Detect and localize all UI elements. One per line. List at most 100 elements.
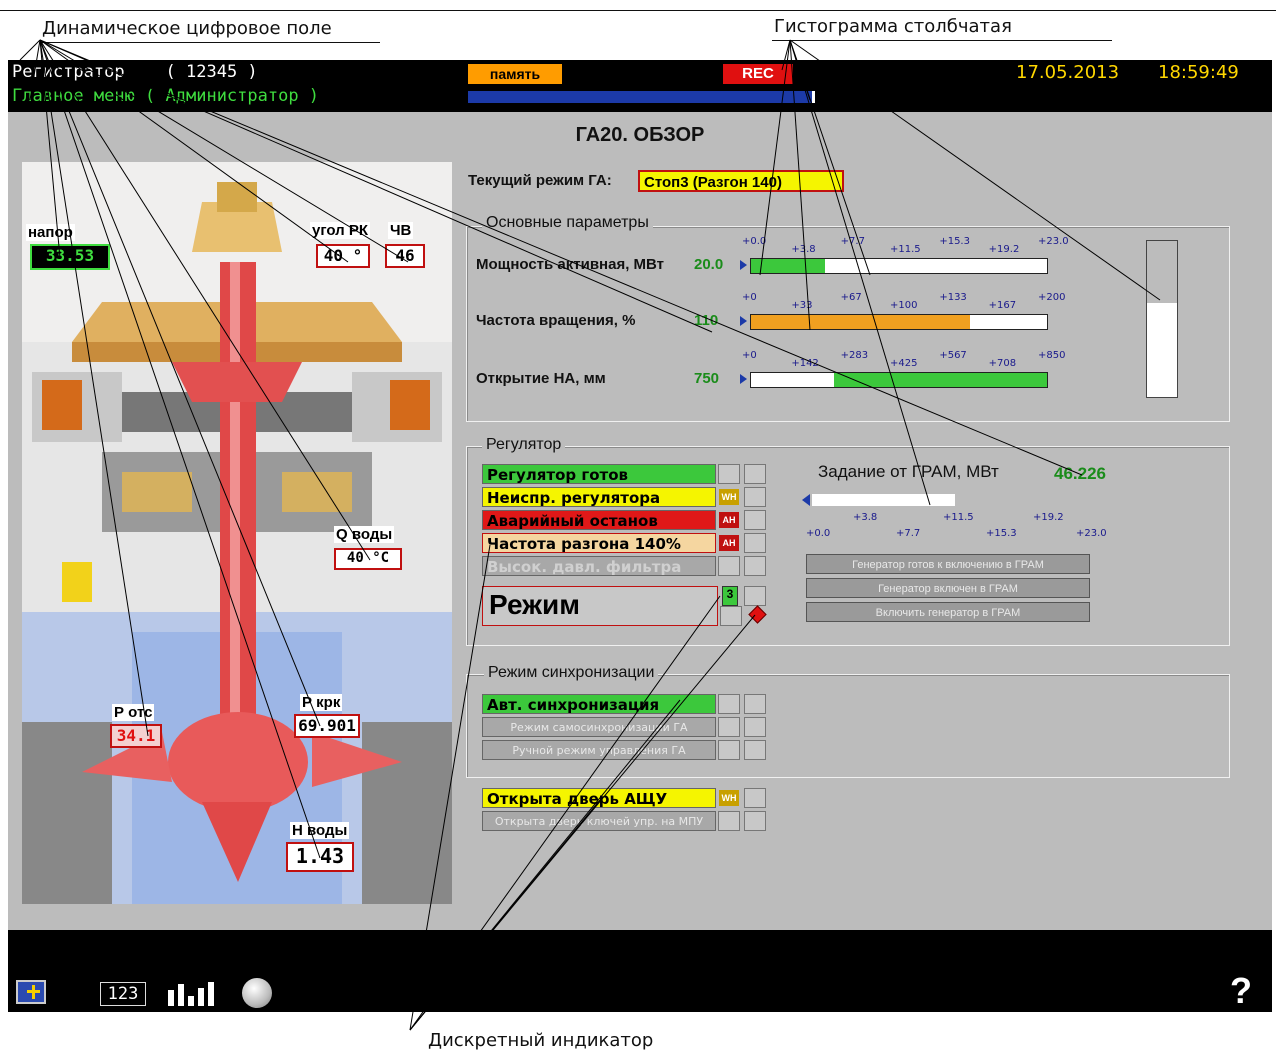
params-title: Основные параметры — [482, 214, 653, 232]
indicator-square[interactable] — [744, 717, 766, 737]
vertical-histogram-fill — [1147, 303, 1177, 397]
scale-tick: +142 — [791, 358, 819, 369]
circle-icon[interactable] — [242, 978, 272, 1008]
scale-tick: +850 — [1038, 350, 1066, 361]
scale-tick: +100 — [890, 300, 918, 311]
scale-tick: +167 — [988, 300, 1017, 311]
gram-button[interactable]: Генератор включен в ГРАМ — [806, 578, 1090, 598]
scale-tick: +15.3 — [986, 528, 1017, 539]
param-bar-fill — [751, 259, 825, 273]
indicator-square[interactable] — [744, 556, 766, 576]
indicator-square[interactable] — [744, 487, 766, 507]
scale-tick: +0 — [742, 292, 757, 303]
bars-icon[interactable] — [168, 980, 218, 1006]
scale-tick: +23.0 — [1076, 528, 1107, 539]
indicator-square[interactable] — [744, 788, 766, 808]
regulator-indicator: Частота разгона 140% — [482, 533, 716, 553]
indicator-square[interactable] — [718, 811, 740, 831]
screen-add-icon[interactable] — [16, 980, 46, 1004]
napor-label: напор — [26, 224, 75, 241]
bottom-toolbar: 123 ? — [8, 930, 1272, 1012]
indicator-square[interactable] — [744, 464, 766, 484]
task-bar-pointer-icon — [802, 494, 810, 506]
indicator-square[interactable] — [744, 510, 766, 530]
scale-tick: +19.2 — [1033, 512, 1064, 523]
top-border-line — [0, 10, 1276, 11]
param-pointer-icon — [740, 316, 747, 326]
scale-tick: +67 — [840, 292, 862, 303]
task-label: Задание от ГРАМ, МВт — [818, 462, 999, 481]
gram-button[interactable]: Генератор готов к включению в ГРАМ — [806, 554, 1090, 574]
annotation-digital-field: Динамическое цифровое поле — [42, 18, 332, 39]
door-indicator: Открыта дверь ключей упр. на МПУ — [482, 811, 716, 831]
scale-tick: +708 — [988, 358, 1017, 369]
sync-indicator: Режим самосинхронизации ГА — [482, 717, 716, 737]
chv-value[interactable]: 46 — [385, 244, 425, 268]
regulator-indicator: Регулятор готов — [482, 464, 716, 484]
hvody-value[interactable]: 1.43 — [286, 842, 354, 872]
scale-tick: +425 — [890, 358, 918, 369]
alarm-badge: AH — [719, 512, 739, 528]
digits-icon[interactable]: 123 — [100, 982, 146, 1006]
gram-button[interactable]: Включить генератор в ГРАМ — [806, 602, 1090, 622]
indicator-square[interactable] — [718, 556, 740, 576]
indicator-square[interactable] — [744, 740, 766, 760]
pkrk-value[interactable]: 69.901 — [294, 714, 360, 738]
time-display: 18:59:49 — [1158, 62, 1239, 83]
regulator-indicator: Аварийный останов — [482, 510, 716, 530]
param-bar — [750, 372, 1048, 388]
hvody-label: Н воды — [290, 822, 350, 839]
scale-tick: +15.3 — [939, 236, 970, 247]
napor-value[interactable]: 33.53 — [30, 244, 110, 270]
indicator-square[interactable] — [744, 694, 766, 714]
param-bar — [750, 314, 1048, 330]
mode-square[interactable] — [744, 586, 766, 606]
pkrk-label: Р крк — [300, 694, 343, 711]
annotation-histogram: Гистограмма столбчатая — [774, 16, 1012, 37]
sync-title: Режим синхронизации — [484, 664, 659, 682]
chv-label: ЧВ — [388, 222, 414, 239]
scale-tick: +23.0 — [1038, 236, 1069, 247]
regulator-indicator: Неиспр. регулятора — [482, 487, 716, 507]
param-value: 110 — [694, 312, 719, 329]
param-pointer-icon — [740, 374, 747, 384]
mode-square-2[interactable] — [720, 606, 742, 626]
scale-tick: +33 — [791, 300, 813, 311]
annotation-underline — [40, 42, 380, 43]
main-menu-link[interactable]: Главное меню ( Администратор ) — [12, 86, 319, 106]
scale-tick: +7.7 — [896, 528, 921, 539]
param-value: 20.0 — [694, 256, 724, 273]
indicator-square[interactable] — [718, 694, 740, 714]
indicator-square[interactable] — [744, 533, 766, 553]
ugol-label: угол РК — [310, 222, 371, 239]
potc-value[interactable]: 34.1 — [110, 724, 162, 748]
scale-tick: +200 — [1038, 292, 1066, 303]
potc-label: Р отс — [112, 704, 155, 721]
scale-tick: +0.0 — [742, 236, 767, 247]
param-label: Мощность активная, МВт — [476, 256, 665, 273]
ugol-value[interactable]: 40 ° — [316, 244, 370, 268]
mode-value: Стоп3 (Разгон 140) — [638, 170, 844, 192]
help-icon[interactable]: ? — [1230, 970, 1252, 1012]
indicator-square[interactable] — [718, 717, 740, 737]
indicator-square[interactable] — [744, 811, 766, 831]
page-title: ГА20. ОБЗОР — [575, 124, 705, 146]
mode-number: 3 — [722, 586, 738, 606]
param-value: 750 — [694, 370, 720, 387]
indicator-square[interactable] — [718, 464, 740, 484]
sync-indicator: Авт. синхронизация — [482, 694, 716, 714]
indicator-square[interactable] — [718, 740, 740, 760]
q-value[interactable]: 40 °С — [334, 548, 402, 570]
scale-tick: +133 — [939, 292, 967, 303]
memory-button[interactable]: память — [468, 64, 562, 84]
annotation-discrete-indicator: Дискретный индикатор — [428, 1030, 654, 1051]
rec-indicator[interactable]: REC — [723, 64, 793, 84]
record-progress-fill — [468, 91, 812, 103]
param-bar — [750, 258, 1048, 274]
scale-tick: +19.2 — [988, 244, 1020, 255]
scale-tick: +283 — [840, 350, 869, 361]
alarm-badge: AH — [719, 535, 739, 551]
app-title: Регистратор ( 12345 ) — [12, 62, 258, 82]
scale-tick: +0.0 — [806, 528, 831, 539]
param-label: Открытие НА, мм — [476, 370, 606, 387]
